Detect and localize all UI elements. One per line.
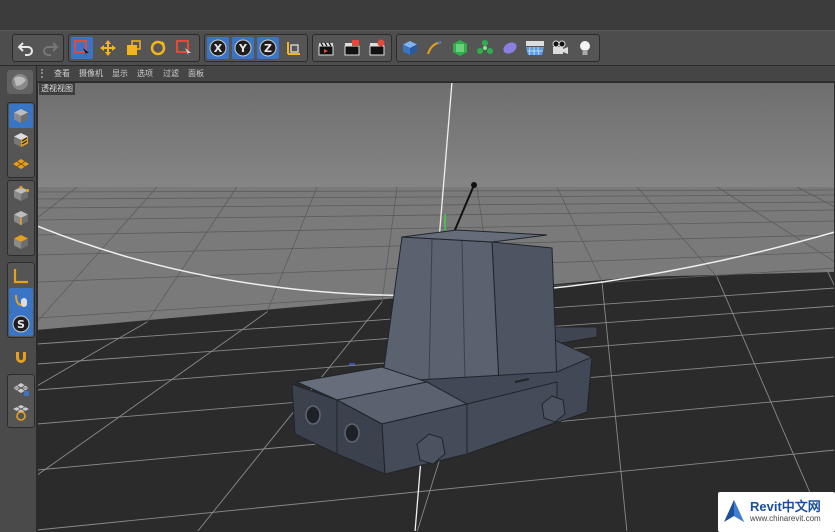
menu-view[interactable]: 查看	[54, 67, 70, 80]
recent-tool-icon[interactable]	[173, 37, 195, 59]
menu-panel[interactable]: 面板	[188, 67, 204, 80]
perspective-viewport[interactable]	[37, 82, 835, 532]
title-bar-area	[0, 0, 835, 30]
render-picture-viewer-icon[interactable]	[341, 37, 363, 59]
main-toolbar: X Y Z	[0, 30, 835, 66]
magnet-icon[interactable]	[9, 346, 33, 370]
axis-y-icon[interactable]: Y	[232, 37, 254, 59]
make-editable-icon[interactable]	[7, 70, 33, 94]
snap-icon[interactable]: S	[9, 312, 33, 336]
svg-text:X: X	[214, 42, 223, 55]
menu-filter[interactable]: 过滤	[163, 67, 179, 80]
render-view-icon[interactable]	[315, 37, 337, 59]
svg-text:S: S	[17, 318, 25, 331]
menu-display[interactable]: 显示	[112, 67, 128, 80]
model-mode-icon[interactable]	[9, 104, 33, 128]
edges-mode-icon[interactable]	[9, 206, 33, 230]
render-settings-icon[interactable]	[366, 37, 388, 59]
watermark-url: www.chinarevit.com	[750, 514, 821, 523]
axis-mode-icon[interactable]	[9, 264, 33, 288]
polygons-mode-icon[interactable]	[9, 230, 33, 254]
tweak-mode-icon[interactable]	[9, 288, 33, 312]
light-icon[interactable]	[574, 37, 596, 59]
lock-workplane-icon[interactable]	[9, 376, 33, 400]
cube-icon[interactable]	[399, 37, 421, 59]
viewport-scene	[37, 82, 835, 532]
coordinate-system-icon[interactable]	[283, 37, 305, 59]
move-icon[interactable]	[97, 37, 119, 59]
svg-text:Y: Y	[238, 42, 248, 55]
watermark-logo: Revit中文网 www.chinarevit.com	[718, 492, 835, 532]
svg-text:Z: Z	[264, 42, 272, 55]
subdivision-icon[interactable]	[449, 37, 471, 59]
viewport-label: 透视视图	[39, 83, 75, 95]
antenna-tip	[471, 182, 477, 188]
mode-palette: S	[0, 66, 37, 532]
scale-icon[interactable]	[122, 37, 144, 59]
watermark-title: Revit中文网	[750, 499, 821, 514]
texture-mode-icon[interactable]	[9, 128, 33, 152]
floor-icon[interactable]	[524, 37, 546, 59]
undo-icon[interactable]	[15, 37, 37, 59]
menu-cameras[interactable]: 摄像机	[79, 67, 103, 80]
axis-z-icon[interactable]: Z	[257, 37, 279, 59]
pen-spline-icon[interactable]	[424, 37, 446, 59]
live-selection-icon[interactable]	[71, 37, 93, 59]
points-mode-icon[interactable]	[9, 182, 33, 206]
grip-handle[interactable]	[41, 69, 49, 78]
viewport-menu-bar: 查看 摄像机 显示 选项 过滤 面板	[37, 66, 835, 82]
menu-options[interactable]: 选项	[137, 67, 153, 80]
rotate-icon[interactable]	[147, 37, 169, 59]
axis-x-icon[interactable]: X	[207, 37, 229, 59]
solo-icon[interactable]	[9, 400, 33, 424]
workplane-icon[interactable]	[9, 152, 33, 176]
camera-icon[interactable]	[549, 37, 571, 59]
background-sky	[37, 82, 835, 187]
deformer-icon[interactable]	[499, 37, 521, 59]
cloner-icon[interactable]	[474, 37, 496, 59]
revit-logo-icon	[724, 500, 744, 522]
redo-icon[interactable]	[39, 37, 61, 59]
